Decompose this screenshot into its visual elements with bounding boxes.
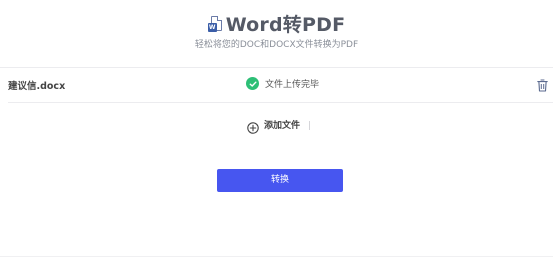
word-file-icon: W xyxy=(207,15,222,33)
check-circle-icon xyxy=(246,77,259,90)
file-row: 建议信.docx 文件上传完毕 xyxy=(0,68,553,102)
divider xyxy=(0,256,553,257)
add-file-button[interactable]: 添加文件 xyxy=(247,118,301,134)
status-text: 文件上传完毕 xyxy=(265,80,320,90)
trash-icon[interactable] xyxy=(537,77,548,92)
add-file-label: 添加文件 xyxy=(264,121,301,131)
separator xyxy=(309,121,310,130)
page-title: Word转PDF xyxy=(225,14,346,36)
word-badge: W xyxy=(207,22,217,32)
header: W Word转PDF xyxy=(0,10,553,37)
upload-status: 文件上传完毕 xyxy=(246,77,319,90)
page-subtitle: 轻松将您的DOC和DOCX文件转换为PDF xyxy=(194,40,359,50)
convert-button[interactable]: 转换 xyxy=(217,169,343,192)
file-name: 建议信.docx xyxy=(8,81,66,92)
converter-page: W Word转PDF 轻松将您的DOC和DOCX文件转换为PDF 建议信.doc… xyxy=(0,0,553,267)
divider xyxy=(8,102,553,103)
plus-circle-icon xyxy=(247,119,259,134)
